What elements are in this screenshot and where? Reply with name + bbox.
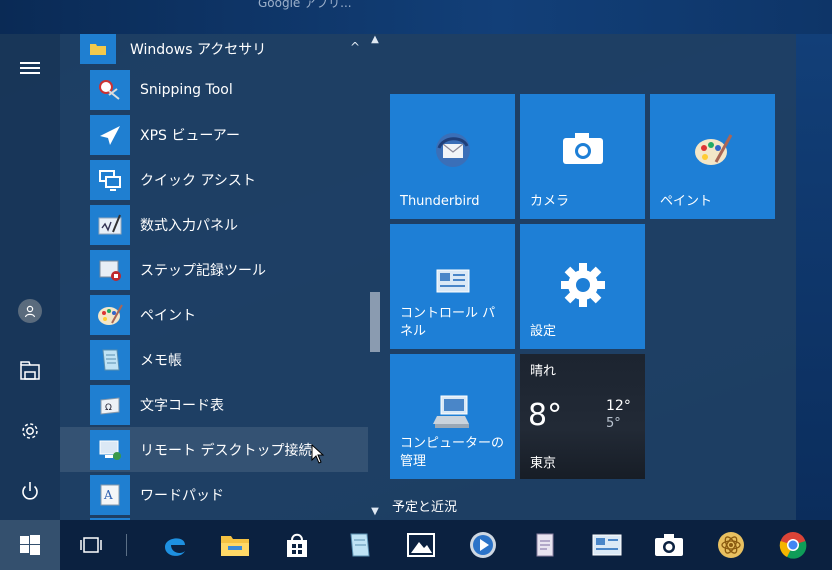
tile-label: Thunderbird [400,194,480,209]
store-icon[interactable] [266,520,328,570]
control-panel-icon [390,268,515,296]
notepad-icon [90,339,130,380]
gear-icon [520,262,645,308]
file-explorer-icon[interactable] [204,520,266,570]
tile-label: コントロール パネル [400,306,496,339]
notepad-icon[interactable] [328,520,390,570]
taskbar [0,520,832,570]
edge-icon[interactable] [144,520,206,570]
app-label: Snipping Tool [140,81,233,98]
settings-icon[interactable] [0,407,60,455]
tile-control-panel[interactable]: コントロール パネル [390,224,515,349]
weather-low: 5° [606,416,621,431]
app-label: XPS ビューアー [140,127,240,144]
weather-high: 12° [606,398,631,414]
thunderbird-icon [390,130,515,170]
start-rail [0,34,60,520]
media-player-icon[interactable] [452,520,514,570]
app-list-scrollbar[interactable]: ▲ ▼ [368,34,382,520]
tile-group-label: 予定と近況 [392,500,458,515]
app-item-xps-viewer[interactable]: XPS ビューアー [60,112,368,157]
chrome-icon[interactable] [762,520,824,570]
tile-label: コンピューターの管理 [400,436,505,469]
tile-camera[interactable]: カメラ [520,94,645,219]
charmap-icon: Ω [90,384,130,425]
app-label: クイック アシスト [140,172,256,189]
atom-icon[interactable] [700,520,762,570]
app-item-notepad[interactable]: メモ帳 [60,337,368,382]
scroll-up-icon[interactable]: ▲ [368,34,382,48]
camera-icon [520,130,645,166]
windows-start-icon[interactable] [0,520,60,570]
taskbar-separator [126,534,127,556]
app-item-paint[interactable]: ペイント [60,292,368,337]
folder-icon [80,34,116,64]
app-item-wordpad[interactable]: A ワードパッド [60,472,368,517]
tile-thunderbird[interactable]: Thunderbird [390,94,515,219]
svg-text:Ω: Ω [105,403,112,413]
tile-weather[interactable]: 晴れ 8° 12° 5° 東京 [520,354,645,479]
xps-viewer-icon [90,114,130,155]
app-label: リモート デスクトップ接続 [140,442,313,459]
app-label: メモ帳 [140,352,182,369]
weather-condition: 晴れ [530,364,557,379]
power-icon[interactable] [0,467,60,515]
scrollbar-thumb[interactable] [370,292,380,352]
tile-computer-management[interactable]: コンピューターの管理 [390,354,515,479]
folder-windows-accessories[interactable]: Windows アクセサリ ^ [80,34,368,64]
control-panel-icon[interactable] [576,520,638,570]
desktop-background: Google アプリ... [0,0,832,34]
app-label: 文字コード表 [140,397,224,414]
camera-icon[interactable] [638,520,700,570]
weather-city: 東京 [530,456,557,471]
collapse-chevron-icon[interactable]: ^ [350,40,360,54]
explorer-icon[interactable] [0,347,60,395]
paint-icon [650,130,775,170]
desktop-title-fragment: Google アプリ... [258,0,352,10]
desktop-background-right [796,34,832,520]
app-item-steps-recorder[interactable]: ステップ記録ツール [60,247,368,292]
computer-management-icon [390,394,515,430]
paint-icon [90,294,130,335]
tile-label: 設定 [530,324,557,339]
math-input-icon [90,204,130,245]
user-button[interactable] [0,287,60,335]
app-item-math-input-panel[interactable]: 数式入力パネル [60,202,368,247]
app-item-snipping-tool[interactable]: Snipping Tool [60,67,368,112]
weather-temperature: 8° [528,398,563,433]
task-view-icon[interactable] [60,520,122,570]
remote-desktop-icon [90,429,130,470]
svg-text:A: A [103,488,113,502]
document-icon[interactable] [514,520,576,570]
app-label: ステップ記録ツール [140,262,266,279]
app-label: ペイント [140,307,196,324]
photos-icon[interactable] [390,520,452,570]
start-menu: Windows アクセサリ ^ Snipping Tool XPS ビューアー … [0,34,796,520]
snipping-tool-icon [90,69,130,110]
scroll-down-icon[interactable]: ▼ [368,506,382,520]
app-item-charmap[interactable]: Ω 文字コード表 [60,382,368,427]
tile-settings[interactable]: 設定 [520,224,645,349]
app-label: 数式入力パネル [140,217,238,234]
folder-label: Windows アクセサリ [130,42,267,58]
tile-paint[interactable]: ペイント [650,94,775,219]
tile-label: ペイント [660,194,713,209]
app-label: ワードパッド [140,487,224,504]
user-icon [18,299,42,323]
quick-assist-icon [90,159,130,200]
hamburger-icon[interactable] [0,44,60,92]
tile-label: カメラ [530,194,570,209]
app-item-quick-assist[interactable]: クイック アシスト [60,157,368,202]
steps-recorder-icon [90,249,130,290]
mouse-cursor-icon [311,443,325,468]
wordpad-icon: A [90,474,130,515]
